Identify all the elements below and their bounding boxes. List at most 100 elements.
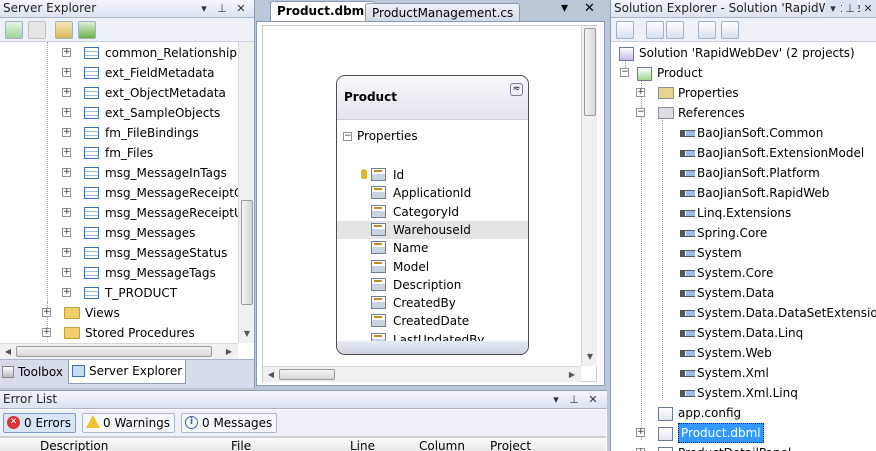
designer-vscroll[interactable]: ▼ — [581, 26, 597, 366]
expand-icon[interactable]: + — [62, 208, 71, 217]
server-explorer-hscroll[interactable]: ◀ ▶ — [0, 343, 238, 359]
reference-item[interactable]: System.Web — [611, 343, 876, 363]
entity-property-row[interactable]: Name — [337, 239, 528, 257]
column-description[interactable]: Description — [40, 439, 108, 451]
designer-scroll-left-arrow[interactable]: ◀ — [264, 370, 278, 379]
scroll-down-arrow[interactable]: ▼ — [240, 329, 254, 338]
expand-icon[interactable]: + — [62, 288, 71, 297]
collapse-section-icon[interactable]: − — [343, 132, 352, 141]
stop-refresh-icon[interactable] — [28, 21, 46, 39]
table-row[interactable]: + fm_FileBindings — [0, 123, 237, 143]
table-row[interactable]: + msg_MessageInTags — [0, 163, 237, 183]
solution-close-icon[interactable]: ✕ — [860, 0, 876, 17]
close-icon[interactable]: ✕ — [233, 0, 249, 17]
reference-item[interactable]: BaoJianSoft.Platform — [611, 163, 876, 183]
reference-item[interactable]: Spring.Core — [611, 223, 876, 243]
expand-icon[interactable]: + — [62, 88, 71, 97]
product-dbml-node[interactable]: + Product.dbml — [611, 423, 876, 443]
entity-property-row[interactable]: CreatedDate — [337, 312, 528, 330]
vscroll-thumb[interactable] — [241, 200, 253, 305]
errors-filter-button[interactable]: ✕ 0 Errors — [3, 413, 76, 433]
table-row[interactable]: + common_Relationship — [0, 43, 237, 63]
table-row[interactable]: + T_PRODUCT — [0, 283, 237, 303]
entity-product[interactable]: Product ≈ − Properties Id ApplicationId Ca… — [336, 75, 529, 355]
table-row[interactable]: + msg_MessageReceiptU — [0, 203, 243, 223]
entity-property-row[interactable]: CategoryId — [337, 203, 528, 221]
view-designer-icon[interactable] — [721, 21, 739, 39]
entity-property-row[interactable]: WarehouseId — [337, 220, 528, 239]
entity-property-row[interactable]: Description — [337, 276, 528, 294]
refresh-solution-icon[interactable] — [666, 21, 684, 39]
table-row[interactable]: + ext_SampleObjects — [0, 103, 237, 123]
project-node[interactable]: − Product — [611, 63, 876, 83]
collapse-icon[interactable]: − — [620, 68, 629, 77]
view-code-icon[interactable] — [698, 21, 716, 39]
column-line[interactable]: Line — [350, 439, 375, 451]
reference-item[interactable]: System.Core — [611, 263, 876, 283]
error-list-pin-icon[interactable]: ⊥ — [566, 391, 582, 408]
column-project[interactable]: Project — [490, 439, 531, 451]
designer-hscroll-thumb[interactable] — [279, 369, 335, 380]
hscroll-thumb[interactable] — [16, 346, 212, 357]
table-row[interactable]: + ext_ObjectMetadata — [0, 83, 237, 103]
scroll-left-arrow[interactable]: ◀ — [1, 347, 15, 356]
error-list-close-icon[interactable]: ✕ — [585, 391, 601, 408]
tab-product-management-cs[interactable]: ProductManagement.cs — [365, 3, 521, 22]
connect-server-icon[interactable] — [78, 21, 96, 39]
designer-vscroll-thumb[interactable] — [584, 28, 596, 116]
expand-icon[interactable]: + — [62, 148, 71, 157]
column-column[interactable]: Column — [419, 439, 465, 451]
designer-scroll-right-arrow[interactable]: ▶ — [565, 370, 579, 379]
entity-property-row[interactable]: ApplicationId — [337, 184, 528, 202]
pin-icon[interactable]: ⊥ — [214, 0, 230, 17]
expand-icon[interactable]: + — [636, 88, 645, 97]
table-row[interactable]: + msg_MessageTags — [0, 263, 237, 283]
refresh-icon[interactable] — [5, 21, 23, 39]
designer-scroll-down-arrow[interactable]: ▼ — [583, 352, 597, 361]
properties-node[interactable]: + Properties — [611, 83, 876, 103]
expand-icon[interactable]: + — [62, 128, 71, 137]
folder-row[interactable]: + Stored Procedures — [0, 323, 237, 343]
table-row[interactable]: + msg_MessageReceiptC — [0, 183, 242, 203]
expand-icon[interactable]: + — [62, 268, 71, 277]
reference-item[interactable]: BaoJianSoft.Common — [611, 123, 876, 143]
designer-hscroll[interactable]: ◀ ▶ — [263, 366, 581, 382]
expand-icon[interactable]: + — [62, 188, 71, 197]
reference-item[interactable]: System.Xml — [611, 363, 876, 383]
reference-item[interactable]: System.Data.Linq — [611, 323, 876, 343]
properties-window-icon[interactable] — [616, 21, 634, 39]
editor-close-icon[interactable]: ✕ — [584, 1, 595, 16]
tab-server-explorer[interactable]: Server Explorer — [68, 360, 186, 384]
scroll-right-arrow[interactable]: ▶ — [222, 347, 236, 356]
entity-property-row[interactable]: Id — [337, 166, 528, 184]
show-all-files-icon[interactable] — [646, 21, 664, 39]
editor-dropdown-icon[interactable]: ▾ — [561, 0, 568, 16]
folder-row[interactable]: + Views — [0, 303, 237, 323]
app-config-node[interactable]: app.config — [611, 403, 876, 423]
connect-database-icon[interactable] — [55, 21, 73, 39]
expand-icon[interactable]: + — [62, 228, 71, 237]
entity-header[interactable]: Product ≈ — [337, 76, 528, 120]
designer-canvas[interactable]: Product ≈ − Properties Id ApplicationId Ca… — [256, 21, 605, 386]
table-row[interactable]: + ext_FieldMetadata — [0, 63, 237, 83]
expand-icon[interactable]: + — [42, 328, 51, 337]
server-explorer-vscroll[interactable]: ▼ — [238, 42, 254, 343]
messages-filter-button[interactable]: i 0 Messages — [181, 413, 278, 433]
expand-icon[interactable]: + — [62, 248, 71, 257]
dropdown-arrow-icon[interactable]: ▾ — [196, 0, 212, 17]
references-node[interactable]: − References — [611, 103, 876, 123]
reference-item[interactable]: System — [611, 243, 876, 263]
expand-icon[interactable]: + — [636, 428, 645, 437]
reference-item[interactable]: System.Data.DataSetExtensions — [611, 303, 876, 323]
reference-item[interactable]: Linq.Extensions — [611, 203, 876, 223]
error-list-dropdown-icon[interactable]: ▾ — [548, 391, 564, 408]
reference-item[interactable]: BaoJianSoft.RapidWeb — [611, 183, 876, 203]
collapse-icon[interactable]: − — [636, 108, 645, 117]
expand-icon[interactable]: + — [62, 168, 71, 177]
collapse-icon[interactable]: ≈ — [510, 83, 523, 96]
column-file[interactable]: File — [231, 439, 251, 451]
warnings-filter-button[interactable]: 0 Warnings — [82, 413, 176, 433]
tab-toolbox[interactable]: Toolbox — [0, 361, 68, 383]
expand-icon[interactable]: + — [42, 308, 51, 317]
entity-property-row[interactable]: Model — [337, 258, 528, 276]
